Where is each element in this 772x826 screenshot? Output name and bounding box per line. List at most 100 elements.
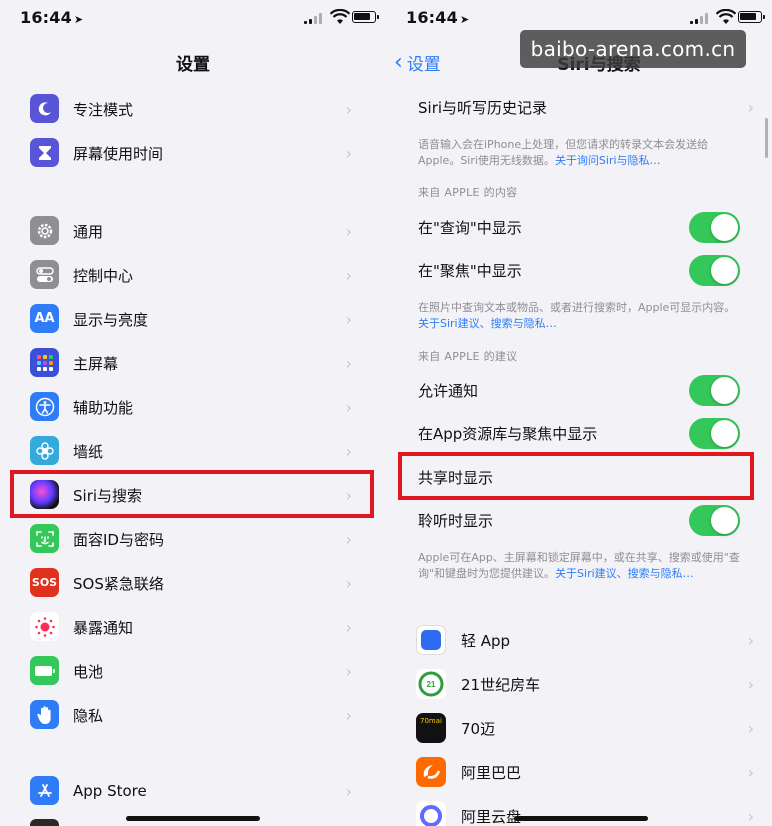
- siri-privacy-link[interactable]: 关于询问Siri与隐私…: [555, 154, 661, 167]
- chevron-right-icon: ›: [345, 781, 352, 801]
- settings-item-accessibility[interactable]: 辅助功能 ›: [0, 385, 386, 429]
- chevron-right-icon: ›: [345, 573, 352, 593]
- app-row-70mai[interactable]: 70mai 70迈 ›: [386, 706, 772, 750]
- show-in-spotlight-row: 在"聚焦"中显示: [386, 248, 772, 292]
- page-title: 设置: [176, 55, 210, 75]
- settings-item-label: 面容ID与密码: [73, 530, 164, 549]
- flower-icon: [30, 436, 59, 465]
- app-store-icon: [30, 776, 59, 805]
- chevron-right-icon: ›: [345, 99, 352, 119]
- status-bar: 16:44 ➤: [0, 0, 386, 36]
- cellular-signal-icon: [690, 12, 708, 24]
- scrollbar[interactable]: [765, 118, 768, 158]
- siri-search-screen: 16:44➤ ‹设置 Siri与搜索 Siri与听写历史记录 › 语音输入会在i…: [386, 0, 772, 826]
- app-row-21rv[interactable]: 21 21世纪房车 ›: [386, 662, 772, 706]
- settings-item-sos[interactable]: SOS SOS紧急联络 ›: [0, 561, 386, 605]
- battery-status-icon: [738, 11, 765, 23]
- 70mai-icon: 70mai: [416, 713, 446, 743]
- section-header: 来自 APPLE 的内容: [418, 186, 518, 199]
- allow-notifications-toggle[interactable]: [689, 375, 740, 406]
- chevron-right-icon: ›: [747, 806, 754, 826]
- settings-screen: 16:44 ➤ 设置 专注模式 › 屏幕使用时间 › 通用 › 控制中心 › AA…: [0, 0, 386, 826]
- settings-item-display[interactable]: AA 显示与亮度 ›: [0, 297, 386, 341]
- text-size-icon: AA: [30, 304, 59, 333]
- hourglass-icon: [30, 138, 59, 167]
- gear-icon: [30, 216, 59, 245]
- show-in-app-library-toggle[interactable]: [689, 418, 740, 449]
- settings-item-home-screen[interactable]: 主屏幕 ›: [0, 341, 386, 385]
- switches-icon: [30, 260, 59, 289]
- content-note: 在照片中查询文本或物品、或者进行搜索时，Apple可显示内容。关于Siri建议、…: [418, 301, 736, 330]
- app-row-alibaba[interactable]: 阿里巴巴 ›: [386, 750, 772, 794]
- hand-icon: [30, 700, 59, 729]
- chevron-right-icon: ›: [345, 143, 352, 163]
- show-in-spotlight-toggle[interactable]: [689, 255, 740, 286]
- chevron-right-icon: ›: [747, 97, 754, 117]
- chevron-right-icon: ›: [345, 221, 352, 241]
- settings-item-label: 主屏幕: [73, 354, 119, 373]
- show-when-listening-toggle[interactable]: [689, 505, 740, 536]
- svg-text:21: 21: [427, 680, 436, 689]
- status-time: 16:44: [406, 8, 458, 27]
- battery-icon: [30, 656, 59, 685]
- suggestions-privacy-link[interactable]: 关于Siri建议、搜索与隐私…: [418, 317, 557, 330]
- highlight-box: [10, 470, 374, 518]
- settings-item-label: 隐私: [73, 706, 104, 725]
- qing-app-icon: [416, 625, 446, 655]
- settings-item-label: 暴露通知: [73, 618, 134, 637]
- moon-icon: [30, 94, 59, 123]
- chevron-right-icon: ›: [345, 617, 352, 637]
- chevron-left-icon: ‹: [394, 49, 403, 75]
- watermark: baibo-arena.com.cn: [520, 30, 746, 68]
- settings-item-general[interactable]: 通用 ›: [0, 209, 386, 253]
- chevron-right-icon: ›: [345, 309, 352, 329]
- settings-item-label: 墙纸: [73, 442, 104, 461]
- chevron-right-icon: ›: [345, 529, 352, 549]
- settings-item-label: 屏幕使用时间: [73, 144, 164, 163]
- settings-item-control-center[interactable]: 控制中心 ›: [0, 253, 386, 297]
- location-arrow-icon: ➤: [459, 13, 470, 26]
- siri-privacy-note: 语音输入会在iPhone上处理，但您请求的转录文本会发送给Apple。Siri使…: [418, 138, 709, 167]
- chevron-right-icon: ›: [345, 441, 352, 461]
- settings-item-wallpaper[interactable]: 墙纸 ›: [0, 429, 386, 473]
- show-in-app-library-row: 在App资源库与聚焦中显示: [386, 411, 772, 455]
- wifi-icon: [716, 9, 736, 24]
- chevron-right-icon: ›: [747, 674, 754, 694]
- app-row-qing[interactable]: 轻 App ›: [386, 618, 772, 662]
- settings-item-privacy[interactable]: 隐私 ›: [0, 693, 386, 737]
- settings-item-focus[interactable]: 专注模式 ›: [0, 87, 386, 131]
- settings-item-exposure[interactable]: 暴露通知 ›: [0, 605, 386, 649]
- location-arrow-icon: ➤: [73, 13, 84, 26]
- suggestions-note: Apple可在App、主屏幕和锁定屏幕中，或在共享、搜索或使用"查询"和键盘时为…: [418, 551, 740, 580]
- chevron-right-icon: ›: [747, 718, 754, 738]
- settings-item-screen-time[interactable]: 屏幕使用时间 ›: [0, 131, 386, 175]
- settings-item-label: 辅助功能: [73, 398, 134, 417]
- sos-icon: SOS: [30, 568, 59, 597]
- section-header: 来自 APPLE 的建议: [418, 350, 518, 363]
- settings-item-label: 专注模式: [73, 100, 134, 119]
- app-row-aliyun-drive[interactable]: 阿里云盘 ›: [386, 794, 772, 826]
- cellular-signal-icon: [304, 12, 322, 24]
- suggestions-privacy-link[interactable]: 关于Siri建议、搜索与隐私…: [555, 567, 694, 580]
- exposure-icon: [30, 612, 59, 641]
- battery-status-icon: [352, 11, 379, 23]
- settings-item-app-store[interactable]: App Store ›: [0, 769, 386, 813]
- home-grid-icon: [30, 348, 59, 377]
- settings-item-label: 电池: [73, 662, 104, 681]
- chevron-right-icon: ›: [345, 265, 352, 285]
- allow-notifications-row: 允许通知: [386, 368, 772, 412]
- show-in-lookup-toggle[interactable]: [689, 212, 740, 243]
- settings-item-label: 控制中心: [73, 266, 134, 285]
- home-indicator: [514, 816, 648, 821]
- wallet-icon: [30, 819, 59, 826]
- chevron-right-icon: ›: [345, 353, 352, 373]
- status-time: 16:44: [20, 8, 72, 27]
- settings-item-battery[interactable]: 电池 ›: [0, 649, 386, 693]
- chevron-right-icon: ›: [345, 661, 352, 681]
- rv-21-icon: 21: [416, 669, 446, 699]
- home-indicator: [126, 816, 260, 821]
- siri-history-row[interactable]: Siri与听写历史记录 ›: [386, 85, 772, 129]
- settings-item-face-id[interactable]: 面容ID与密码 ›: [0, 517, 386, 561]
- show-when-listening-row: 聆听时显示: [386, 498, 772, 542]
- aliyun-drive-icon: [416, 801, 446, 826]
